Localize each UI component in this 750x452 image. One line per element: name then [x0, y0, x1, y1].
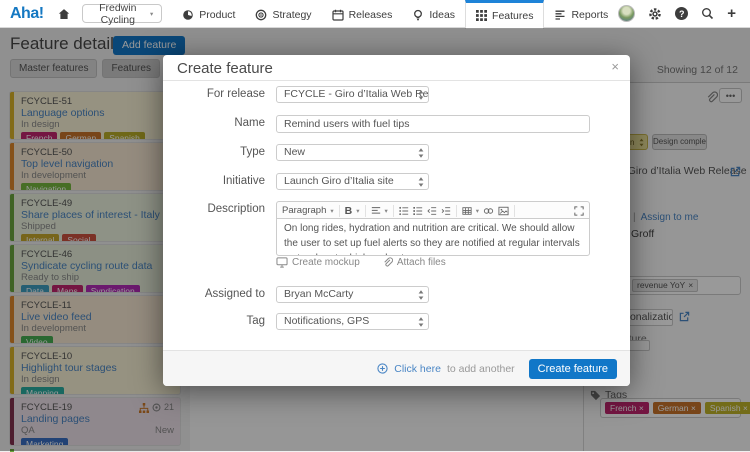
indent-icon [441, 206, 451, 216]
nav-utilities: ? + [618, 5, 740, 22]
gear-icon[interactable] [648, 7, 662, 21]
close-icon[interactable]: × [611, 60, 619, 74]
initiative-select[interactable]: Launch Giro d’Italia site [276, 173, 429, 190]
description-label: Description [163, 203, 265, 215]
caret-down-icon: ▾ [356, 207, 359, 215]
outdent-icon [427, 206, 437, 216]
reports-icon [554, 9, 566, 21]
mockup-icon [276, 257, 288, 268]
paperclip-icon [382, 257, 393, 268]
help-icon[interactable]: ? [675, 7, 688, 20]
numbered-list-icon [413, 206, 423, 216]
description-editor[interactable]: On long rides, hydration and nutrition a… [276, 218, 590, 256]
select-stepper-icon [418, 290, 424, 300]
list-buttons[interactable] [394, 205, 457, 217]
search-icon[interactable] [701, 7, 714, 20]
expand-editor-button[interactable] [569, 205, 589, 217]
home-icon[interactable] [58, 8, 70, 20]
tag-label: Tag [163, 315, 265, 327]
add-another-text: to add another [447, 363, 515, 375]
modal-footer: Click here to add another Create feature [163, 350, 630, 386]
circle-plus-icon[interactable] [377, 363, 388, 374]
tab-reports[interactable]: Reports [544, 0, 618, 28]
tab-strategy[interactable]: Strategy [245, 0, 321, 28]
tab-features[interactable]: Features [465, 0, 544, 29]
name-input[interactable] [276, 115, 590, 133]
create-feature-submit-button[interactable]: Create feature [529, 359, 617, 379]
table-icon [462, 206, 472, 216]
product-icon [182, 9, 194, 21]
editor-toolbar: Paragraph▾ B▾ ▾ ▾ [276, 201, 590, 219]
align-left-icon [371, 206, 381, 216]
bold-button[interactable]: B▾ [340, 205, 366, 217]
paragraph-style-dropdown[interactable]: Paragraph▾ [277, 205, 340, 217]
for-release-label: For release [163, 88, 265, 100]
select-stepper-icon [418, 148, 424, 158]
select-stepper-icon [418, 177, 424, 187]
top-nav: Aha! Fredwin Cycling ▾ Product Strategy … [0, 0, 750, 28]
modal-title: Create feature [163, 55, 630, 81]
insert-buttons[interactable]: ▾ [457, 205, 515, 217]
add-another-link[interactable]: Click here [394, 363, 441, 375]
name-label: Name [163, 117, 265, 129]
type-label: Type [163, 146, 265, 158]
tab-product[interactable]: Product [172, 0, 245, 28]
type-select[interactable]: New [276, 144, 429, 161]
main-nav-tabs: Product Strategy Releases Ideas Features… [172, 0, 618, 28]
add-icon[interactable]: + [727, 6, 736, 21]
select-stepper-icon [418, 90, 424, 100]
caret-down-icon: ▾ [476, 207, 479, 215]
assigned-to-label: Assigned to [163, 288, 265, 300]
create-mockup-link[interactable]: Create mockup [276, 257, 360, 268]
bullet-list-icon [399, 206, 409, 216]
tab-releases[interactable]: Releases [322, 0, 403, 28]
caret-down-icon: ▾ [385, 207, 388, 215]
image-icon [498, 206, 509, 216]
calendar-icon [332, 9, 344, 21]
expand-icon [574, 206, 584, 216]
align-dropdown[interactable]: ▾ [366, 205, 394, 217]
tag-select[interactable]: Notifications, GPS [276, 313, 429, 330]
user-avatar[interactable] [618, 5, 635, 22]
app-logo[interactable]: Aha! [10, 5, 44, 23]
assigned-to-select[interactable]: Bryan McCarty [276, 286, 429, 303]
strategy-icon [255, 9, 267, 21]
grid-icon [476, 10, 487, 21]
initiative-label: Initiative [163, 175, 265, 187]
lightbulb-icon [412, 9, 424, 21]
caret-down-icon: ▾ [330, 207, 333, 215]
tab-ideas[interactable]: Ideas [402, 0, 465, 28]
workspace-switcher[interactable]: Fredwin Cycling ▾ [82, 4, 163, 23]
select-stepper-icon [418, 317, 424, 327]
attach-files-link[interactable]: Attach files [382, 257, 446, 268]
caret-down-icon: ▾ [150, 10, 153, 18]
for-release-select[interactable]: FCYCLE - Giro d’Italia Web Release [276, 86, 429, 103]
create-feature-modal: Create feature × For release FCYCLE - Gi… [163, 55, 630, 386]
link-icon [483, 206, 494, 216]
